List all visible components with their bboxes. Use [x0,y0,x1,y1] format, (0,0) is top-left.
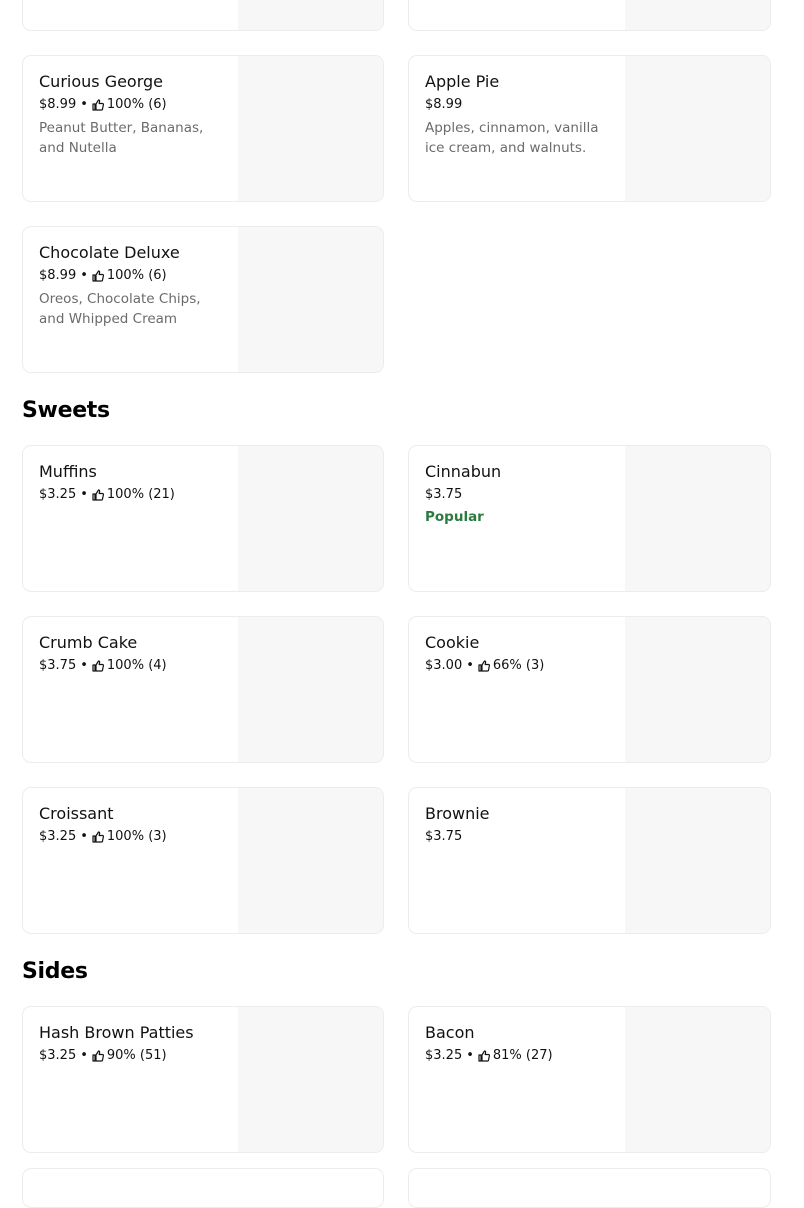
menu-item-card-partial-right[interactable] [408,0,771,31]
thumbs-up-icon [92,99,104,111]
item-name: Curious George [39,72,164,91]
item-meta: $8.99 • 100% (6) [39,96,229,114]
item-name: Brownie [425,804,490,823]
item-price: $3.75 [425,829,463,844]
separator-dot: • [80,97,88,112]
menu-item-card-hash-brown-patties[interactable]: Hash Brown Patties $3.25 • 90% (51) [22,1006,384,1153]
item-price: $3.25 [39,487,77,502]
thumbs-up-icon [92,660,104,672]
menu-item-card-curious-george[interactable]: Curious George $8.99 • 100% (6) Peanut B… [22,55,384,202]
menu-item-card-partial-left[interactable] [22,0,384,31]
menu-item-card-apple-pie[interactable]: Apple Pie $8.99 Apples, cinnamon, vanill… [408,55,771,202]
item-meta: $3.75 • 100% (4) [39,657,229,675]
menu-item-card-cookie[interactable]: Cookie $3.00 • 66% (3) [408,616,771,763]
item-image [238,0,383,30]
item-meta: $8.99 • 100% (6) [39,267,229,285]
item-rating: 66% (3) [492,658,545,673]
separator-dot: • [466,1048,474,1063]
item-name: Apple Pie [425,72,500,91]
menu-item-card-partial-bottom-left[interactable] [22,1168,384,1208]
section-title-sweets: Sweets [22,398,110,423]
item-rating: 90% (51) [106,1048,167,1063]
item-meta: $3.75 [425,486,615,504]
thumbs-up-icon [478,1050,490,1062]
item-meta: $3.25 • 90% (51) [39,1047,229,1065]
menu-item-card-cinnabun[interactable]: Cinnabun $3.75 Popular [408,445,771,592]
item-meta: $3.25 • 81% (27) [425,1047,615,1065]
item-name: Chocolate Deluxe [39,243,180,262]
menu-item-card-chocolate-deluxe[interactable]: Chocolate Deluxe $8.99 • 100% (6) Oreos,… [22,226,384,373]
thumbs-up-icon [92,1050,104,1062]
menu-item-card-brownie[interactable]: Brownie $3.75 [408,787,771,934]
item-meta: $3.25 • 100% (21) [39,486,229,504]
item-image [625,617,770,762]
separator-dot: • [80,829,88,844]
item-image [238,617,383,762]
item-meta: $3.00 • 66% (3) [425,657,615,675]
item-rating: 100% (21) [106,487,175,502]
item-description: Peanut Butter, Bananas, and Nutella [39,120,204,156]
item-price: $3.00 [425,658,463,673]
item-price: $8.99 [39,268,77,283]
item-name: Crumb Cake [39,633,138,652]
item-description: Oreos, Chocolate Chips, and Whipped Crea… [39,291,201,327]
item-image [238,1007,383,1152]
item-image [238,227,383,372]
item-price: $3.25 [425,1048,463,1063]
separator-dot: • [80,487,88,502]
item-image [238,788,383,933]
section-title-sides: Sides [22,959,88,984]
item-name: Hash Brown Patties [39,1023,194,1042]
item-meta: $8.99 [425,96,615,114]
item-price: $3.75 [425,487,463,502]
item-image [238,446,383,591]
item-description: Apples, cinnamon, vanilla ice cream, and… [425,120,599,156]
item-name: Muffins [39,462,97,481]
item-rating: 100% (6) [106,268,167,283]
item-rating: 81% (27) [492,1048,553,1063]
item-name: Cookie [425,633,480,652]
thumbs-up-icon [92,270,104,282]
item-price: $8.99 [425,97,463,112]
menu-item-card-croissant[interactable]: Croissant $3.25 • 100% (3) [22,787,384,934]
item-name: Cinnabun [425,462,502,481]
item-price: $3.25 [39,829,77,844]
item-image [625,1007,770,1152]
separator-dot: • [80,658,88,673]
item-name: Bacon [425,1023,475,1042]
thumbs-up-icon [478,660,490,672]
item-image [625,0,770,30]
thumbs-up-icon [92,831,104,843]
item-price: $8.99 [39,97,77,112]
separator-dot: • [80,1048,88,1063]
item-name: Croissant [39,804,114,823]
menu-item-card-bacon[interactable]: Bacon $3.25 • 81% (27) [408,1006,771,1153]
item-rating: 100% (3) [106,829,167,844]
item-meta: $3.25 • 100% (3) [39,828,229,846]
separator-dot: • [80,268,88,283]
item-image [625,446,770,591]
item-price: $3.25 [39,1048,77,1063]
item-price: $3.75 [39,658,77,673]
menu-item-card-crumb-cake[interactable]: Crumb Cake $3.75 • 100% (4) [22,616,384,763]
item-image [625,56,770,201]
item-meta: $3.75 [425,828,615,846]
item-rating: 100% (6) [106,97,167,112]
separator-dot: • [466,658,474,673]
menu-item-card-muffins[interactable]: Muffins $3.25 • 100% (21) [22,445,384,592]
item-image [625,788,770,933]
item-rating: 100% (4) [106,658,167,673]
item-image [238,56,383,201]
popular-badge: Popular [425,509,484,525]
thumbs-up-icon [92,489,104,501]
menu-item-card-partial-bottom-right[interactable] [408,1168,771,1208]
